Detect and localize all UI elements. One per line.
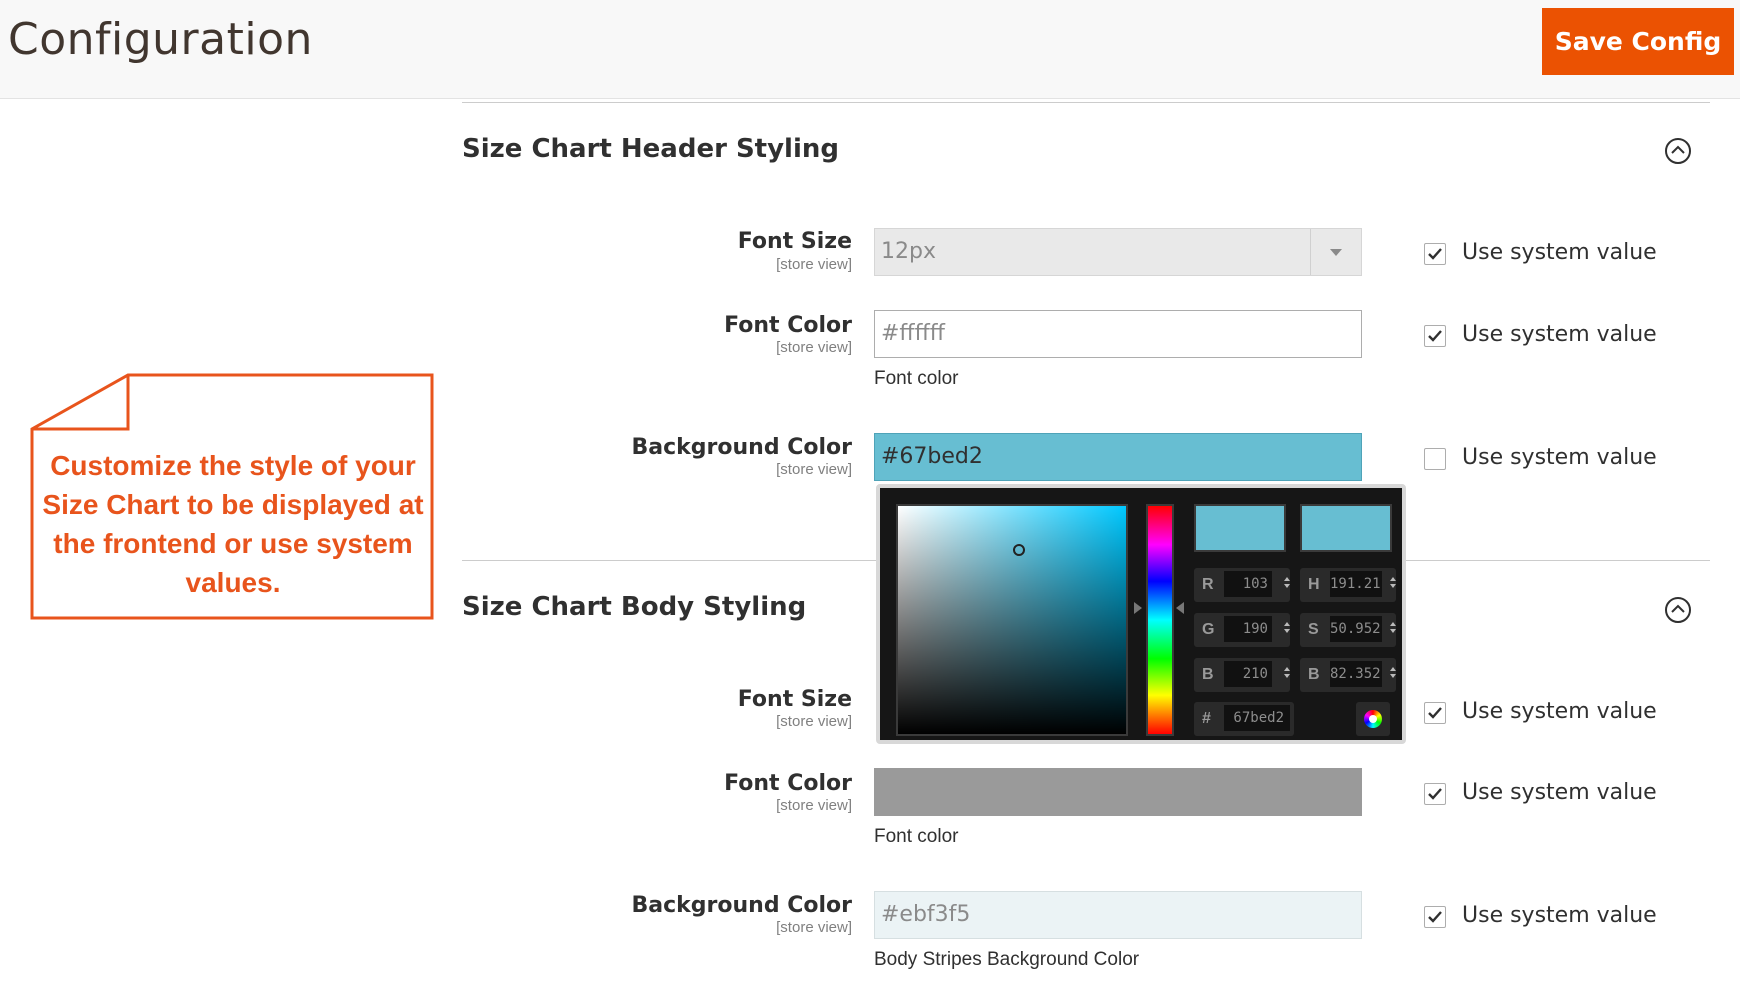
field-label: Font Size: [737, 687, 852, 712]
hue-arrow-left-icon[interactable]: [1134, 602, 1142, 614]
input-value: #67bed2: [881, 444, 983, 469]
field-scope: [store view]: [776, 919, 852, 936]
body-font-color-input[interactable]: [874, 768, 1362, 816]
field-label: G: [1202, 621, 1215, 638]
header-bg-color-input[interactable]: #67bed2: [874, 433, 1362, 481]
field-scope: [store view]: [776, 461, 852, 478]
checkmark-icon: [1428, 248, 1442, 260]
rgb-b-field[interactable]: B 210: [1194, 658, 1290, 692]
checkmark-icon: [1428, 788, 1442, 800]
section-title-header-styling[interactable]: Size Chart Header Styling: [462, 134, 839, 164]
rgb-r-field[interactable]: R 103: [1194, 568, 1290, 602]
page-header: Configuration Save Config: [0, 0, 1740, 99]
use-system-value-label[interactable]: Use system value: [1462, 445, 1657, 470]
hex-field[interactable]: # 67bed2: [1194, 702, 1294, 736]
field-label: B: [1308, 666, 1320, 683]
hsb-h-field[interactable]: H 191.21: [1300, 568, 1396, 602]
callout-text: Customize the style of your Size Chart t…: [42, 450, 424, 598]
field-label: Background Color: [631, 435, 853, 460]
field-scope: [store view]: [776, 713, 852, 730]
field-note: Font color: [874, 826, 959, 847]
page-title: Configuration: [8, 14, 313, 65]
field-value[interactable]: 210: [1224, 661, 1272, 687]
field-value[interactable]: 190: [1224, 616, 1272, 642]
chevron-down-icon[interactable]: [1310, 229, 1361, 275]
field-value[interactable]: 82.352: [1330, 661, 1382, 687]
color-wheel-icon: [1364, 710, 1382, 728]
header-bg-color-use-system-checkbox[interactable]: [1424, 448, 1446, 470]
hsb-b-field[interactable]: B 82.352: [1300, 658, 1396, 692]
field-scope: [store view]: [776, 797, 852, 814]
color-wheel-button[interactable]: [1356, 702, 1390, 736]
field-label: B: [1202, 666, 1214, 683]
use-system-value-label[interactable]: Use system value: [1462, 322, 1657, 347]
section-title-body-styling[interactable]: Size Chart Body Styling: [462, 592, 806, 622]
new-color-swatch: [1194, 504, 1286, 552]
field-label: Background Color: [631, 893, 853, 918]
collapse-body-styling-icon[interactable]: [1665, 597, 1691, 623]
hue-slider[interactable]: [1146, 504, 1174, 736]
body-bg-color-use-system-checkbox[interactable]: [1424, 906, 1446, 928]
field-value[interactable]: 103: [1224, 571, 1272, 597]
hue-arrow-right-icon[interactable]: [1176, 602, 1184, 614]
field-label: H: [1308, 576, 1320, 593]
field-label: R: [1202, 576, 1214, 593]
checkmark-icon: [1428, 330, 1442, 342]
saturation-value-area[interactable]: [896, 504, 1128, 736]
current-color-swatch[interactable]: [1300, 504, 1392, 552]
field-value[interactable]: 67bed2: [1224, 705, 1290, 731]
rgb-g-field[interactable]: G 190: [1194, 613, 1290, 647]
checkmark-icon: [1428, 911, 1442, 923]
use-system-value-label[interactable]: Use system value: [1462, 240, 1657, 265]
field-label: #: [1202, 710, 1211, 727]
field-label: S: [1308, 621, 1319, 638]
field-label: Font Color: [724, 313, 852, 338]
section-divider: [462, 102, 1710, 103]
field-note: Font color: [874, 368, 959, 389]
color-picker-popup: R 103 G 190 B 210 H 191.21 S 50.952 B 82…: [876, 484, 1406, 744]
save-config-button[interactable]: Save Config: [1542, 8, 1734, 75]
use-system-value-label[interactable]: Use system value: [1462, 699, 1657, 724]
input-value: #ebf3f5: [881, 902, 971, 927]
body-font-color-use-system-checkbox[interactable]: [1424, 783, 1446, 805]
collapse-header-styling-icon[interactable]: [1665, 138, 1691, 164]
header-font-size-select[interactable]: 12px: [874, 228, 1362, 276]
hsb-s-field[interactable]: S 50.952: [1300, 613, 1396, 647]
select-value: 12px: [881, 239, 936, 264]
body-bg-color-input[interactable]: #ebf3f5: [874, 891, 1362, 939]
checkmark-icon: [1428, 707, 1442, 719]
field-label: Font Size: [737, 229, 852, 254]
color-cursor[interactable]: [1013, 544, 1025, 556]
input-value: #ffffff: [881, 321, 945, 346]
use-system-value-label[interactable]: Use system value: [1462, 780, 1657, 805]
field-value[interactable]: 191.21: [1330, 571, 1382, 597]
header-font-color-input[interactable]: #ffffff: [874, 310, 1362, 358]
field-scope: [store view]: [776, 339, 852, 356]
field-note: Body Stripes Background Color: [874, 949, 1140, 970]
field-label: Font Color: [724, 771, 852, 796]
header-font-color-use-system-checkbox[interactable]: [1424, 325, 1446, 347]
field-value[interactable]: 50.952: [1330, 616, 1382, 642]
header-font-size-use-system-checkbox[interactable]: [1424, 243, 1446, 265]
use-system-value-label[interactable]: Use system value: [1462, 903, 1657, 928]
body-font-size-use-system-checkbox[interactable]: [1424, 702, 1446, 724]
field-scope: [store view]: [776, 256, 852, 273]
